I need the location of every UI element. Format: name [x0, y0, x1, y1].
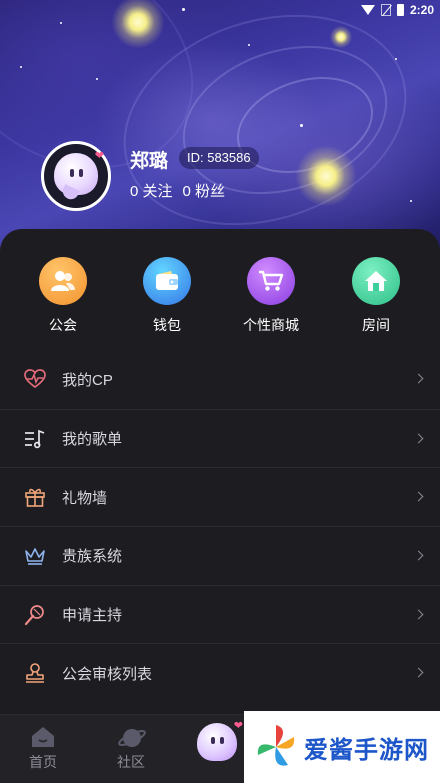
- tab-community[interactable]: 社区: [96, 715, 166, 772]
- wifi-icon: [360, 5, 375, 15]
- quick-action-label: 房间: [362, 317, 390, 333]
- menu-item-label: 我的CP: [62, 371, 113, 389]
- following-count[interactable]: 0 关注: [130, 180, 173, 201]
- menu-item-label: 申请主持: [62, 607, 123, 625]
- bottom-navigation: 首页 社区 ❤ 爱酱手游网: [0, 711, 440, 783]
- profile-nickname[interactable]: 郑璐: [130, 146, 168, 173]
- signal-icon: [380, 4, 391, 16]
- menu-item-label: 贵族系统: [62, 548, 123, 566]
- home-icon: [352, 257, 400, 305]
- user-id-badge: ID: 583586: [179, 147, 259, 169]
- watermark-banner: 爱酱手游网: [244, 711, 440, 783]
- heartbeat-icon: [24, 368, 46, 390]
- quick-actions: 公会 钱包 个性商城 房间: [0, 257, 440, 337]
- chevron-right-icon: [413, 373, 424, 384]
- menu-item-apply-host[interactable]: 申请主持: [0, 584, 440, 644]
- battery-icon: [396, 4, 404, 16]
- follow-stats: 0 关注 0 粉丝: [130, 180, 225, 201]
- quick-action-guild[interactable]: 公会: [18, 257, 108, 335]
- planet-icon: [118, 725, 146, 749]
- quick-action-label: 个性商城: [243, 317, 299, 333]
- profile-menu-card: 公会 钱包 个性商城 房间 我的CP 我的歌单 礼物墙 贵族系统 申请主持 公会…: [0, 229, 440, 719]
- status-bar: 2:20: [360, 0, 440, 20]
- quick-action-wallet[interactable]: 钱包: [122, 257, 212, 335]
- tab-label: 社区: [117, 754, 145, 770]
- menu-item-my-cp[interactable]: 我的CP: [0, 350, 440, 409]
- ghost-tab-icon: ❤: [197, 719, 243, 765]
- tab-home[interactable]: 首页: [8, 715, 78, 772]
- menu-item-my-playlist[interactable]: 我的歌单: [0, 408, 440, 468]
- chevron-right-icon: [413, 550, 424, 561]
- stamp-icon: [24, 662, 46, 684]
- menu-item-label: 礼物墙: [62, 489, 108, 507]
- chevron-right-icon: [413, 433, 424, 443]
- quick-action-label: 钱包: [153, 317, 181, 333]
- fans-count[interactable]: 0 粉丝: [183, 180, 226, 201]
- settings-menu-list: 我的CP 我的歌单 礼物墙 贵族系统 申请主持 公会审核列表: [0, 350, 440, 702]
- pinwheel-logo-icon: [257, 725, 295, 766]
- music-list-icon: [24, 428, 46, 450]
- tab-label: 首页: [29, 754, 57, 770]
- cart-icon: [247, 257, 295, 305]
- menu-item-label: 公会审核列表: [62, 665, 153, 683]
- chevron-right-icon: [413, 667, 424, 678]
- quick-action-store[interactable]: 个性商城: [226, 257, 316, 335]
- status-time: 2:20: [409, 3, 434, 17]
- microphone-icon: [24, 604, 46, 626]
- tab-center-ghost[interactable]: ❤: [190, 715, 250, 765]
- menu-item-gift-wall[interactable]: 礼物墙: [0, 467, 440, 526]
- ghost-avatar-icon: ❤: [54, 149, 104, 202]
- guild-icon: [39, 257, 87, 305]
- wallet-icon: [143, 257, 191, 305]
- watermark-text: 爱酱手游网: [304, 736, 429, 764]
- profile-header-background: [0, 0, 440, 262]
- avatar[interactable]: ❤: [41, 141, 111, 211]
- menu-item-label: 我的歌单: [62, 431, 123, 449]
- chevron-right-icon: [413, 609, 424, 620]
- menu-item-guild-review[interactable]: 公会审核列表: [0, 643, 440, 702]
- gift-icon: [24, 486, 46, 508]
- crown-icon: [24, 545, 46, 567]
- menu-item-noble-system[interactable]: 贵族系统: [0, 526, 440, 585]
- home-tab-icon: [30, 725, 56, 749]
- quick-action-room[interactable]: 房间: [331, 257, 421, 335]
- chevron-right-icon: [413, 491, 424, 502]
- quick-action-label: 公会: [49, 317, 77, 333]
